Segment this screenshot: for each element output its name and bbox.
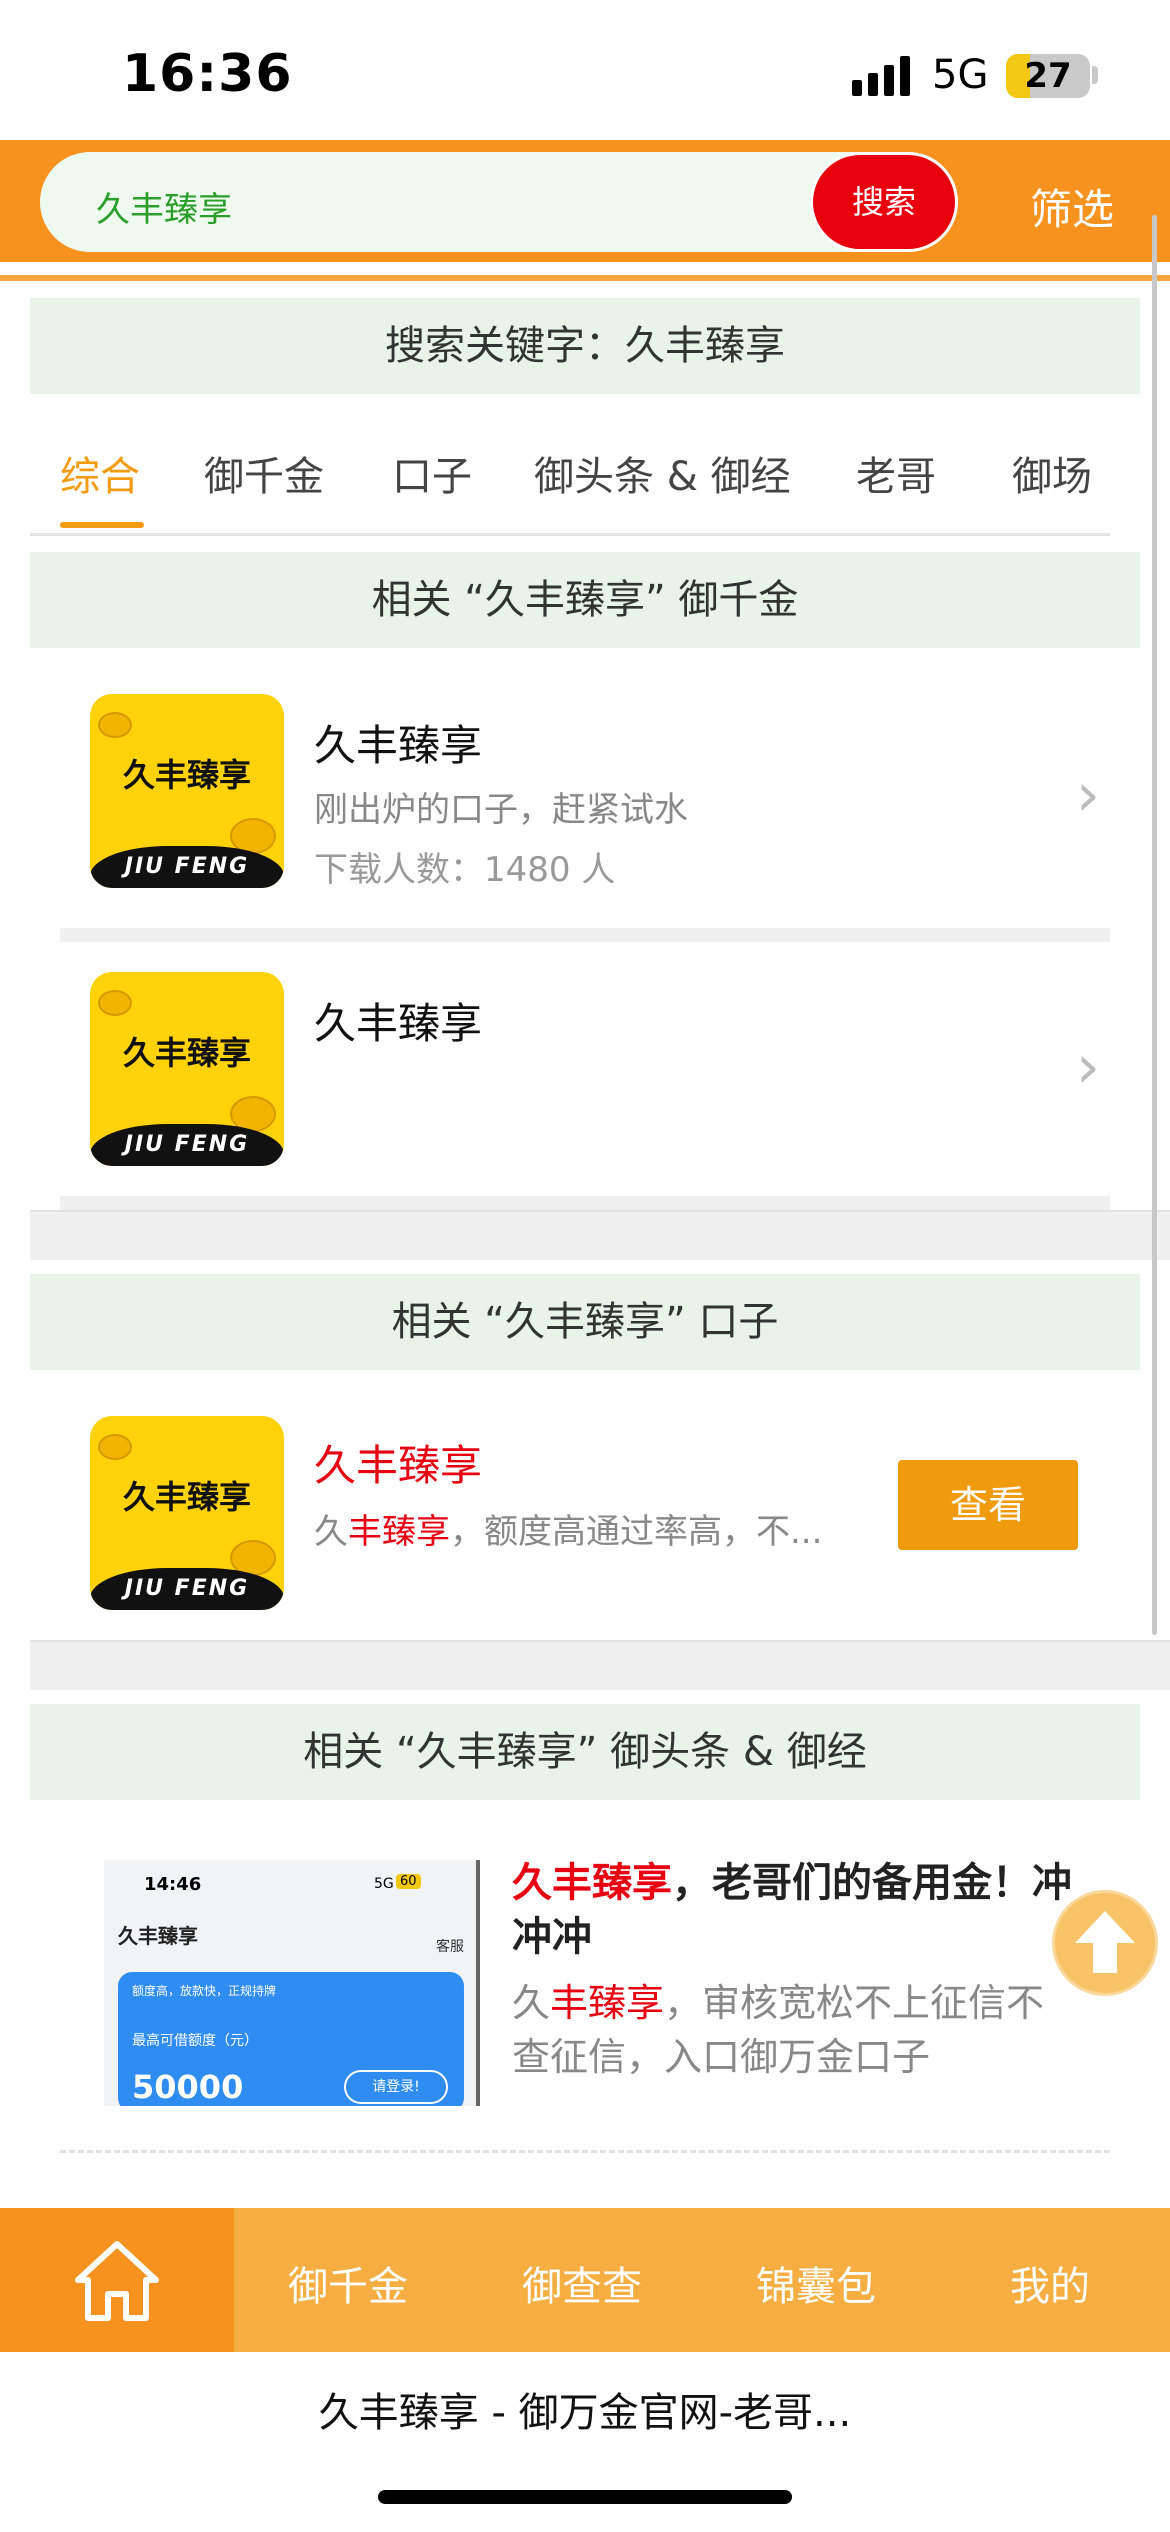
keyword-banner: 搜索关键字：久丰臻享 [30, 298, 1140, 394]
item-title[interactable]: 久丰臻享 [314, 1432, 482, 1493]
article-title[interactable]: 久丰臻享，老哥们的备用金！冲冲冲 [512, 1856, 1072, 1964]
item-divider [60, 928, 1110, 942]
article-thumbnail[interactable]: 14:46 5G 60 久丰臻享 客服 额度高，放款快，正规持牌 最高可借额度（… [104, 1860, 480, 2106]
header-divider [0, 275, 1170, 281]
section-title-news: 相关 “久丰臻享” 御头条 & 御经 [30, 1704, 1140, 1800]
scrollbar[interactable] [1152, 215, 1157, 1635]
item-desc: 久丰臻享，额度高通过率高，不... [314, 1512, 823, 1552]
page-title[interactable]: 久丰臻享 - 御万金官网-老哥... [0, 2380, 1170, 2438]
tab-laoge[interactable]: 老哥 [856, 444, 936, 502]
filter-button[interactable]: 筛选 [1030, 176, 1114, 237]
search-button[interactable]: 搜索 [810, 152, 958, 252]
tab-kouzi[interactable]: 口子 [392, 444, 472, 502]
view-button[interactable]: 查看 [898, 1460, 1078, 1550]
scroll-top-button[interactable] [1052, 1890, 1158, 1996]
tab-yuqianjin[interactable]: 御千金 [204, 444, 324, 502]
item-desc: 刚出炉的口子，赶紧试水 [314, 790, 688, 830]
battery-cap [1092, 66, 1098, 84]
signal-icon [852, 56, 910, 96]
article-desc: 久丰臻享，审核宽松不上征信不查征信，入口御万金口子 [512, 1981, 1045, 2079]
tab-all[interactable]: 综合 [60, 444, 140, 502]
section-gap [30, 1210, 1170, 1260]
network-label: 5G [932, 52, 989, 98]
item-title[interactable]: 久丰臻享 [314, 990, 482, 1051]
tab-yuchang[interactable]: 御场 [1012, 444, 1092, 502]
section-title-kouzi: 相关 “久丰臻享” 口子 [30, 1274, 1140, 1370]
nav-jinnangbao[interactable]: 锦囊包 [756, 2254, 876, 2312]
arrow-up-icon [1075, 1911, 1135, 1973]
nav-yuqianjin[interactable]: 御千金 [288, 2254, 408, 2312]
tabs-divider [30, 533, 1110, 536]
tab-news[interactable]: 御头条 & 御经 [534, 444, 791, 502]
article-divider [60, 2150, 1110, 2153]
browser-title-bar [0, 2352, 1170, 2532]
item-divider [60, 1196, 1110, 1210]
item-downloads: 下载人数：1480 人 [314, 850, 616, 890]
search-query[interactable]: 久丰臻享 [96, 182, 232, 231]
thumbnail-edge [476, 1860, 480, 2106]
section-gap [30, 1640, 1170, 1690]
chevron-right-icon[interactable]: › [1076, 1032, 1100, 1102]
section-title-yuqianjin: 相关 “久丰臻享” 御千金 [30, 552, 1140, 648]
app-icon: 久丰臻享 JIU FENG [90, 694, 284, 888]
home-icon [75, 2241, 159, 2321]
nav-mine[interactable]: 我的 [1010, 2254, 1090, 2312]
nav-home[interactable] [0, 2208, 234, 2352]
category-tabs: 综合 御千金 口子 御头条 & 御经 老哥 御场 [30, 430, 1110, 534]
item-title[interactable]: 久丰臻享 [314, 712, 482, 773]
battery-level: 27 [1024, 56, 1072, 96]
status-time: 16:36 [122, 44, 293, 104]
nav-yuchacha[interactable]: 御查查 [522, 2254, 642, 2312]
battery-icon: 27 [1006, 54, 1090, 98]
app-icon: 久丰臻享 JIU FENG [90, 972, 284, 1166]
app-icon: 久丰臻享 JIU FENG [90, 1416, 284, 1610]
active-tab-indicator [60, 522, 144, 528]
chevron-right-icon[interactable]: › [1076, 760, 1100, 830]
home-indicator[interactable] [378, 2490, 792, 2504]
